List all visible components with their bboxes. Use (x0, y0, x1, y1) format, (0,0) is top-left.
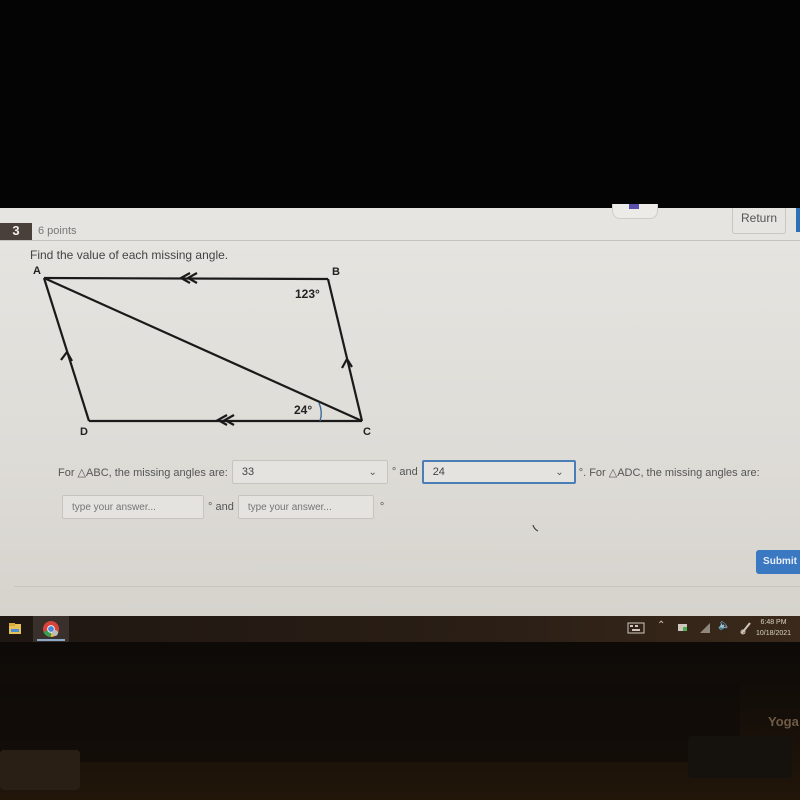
wifi-icon[interactable] (699, 622, 711, 634)
keyboard-icon[interactable] (627, 622, 645, 634)
file-explorer-icon[interactable] (8, 620, 22, 638)
hinge-right (688, 736, 792, 778)
header-divider (0, 240, 800, 241)
clock-date: 10/18/2021 (756, 630, 792, 637)
volume-icon[interactable]: 🔈 (718, 620, 730, 631)
parallel-mark-bc (341, 356, 353, 369)
chrome-taskbar-button[interactable] (33, 616, 69, 642)
pen-icon[interactable] (740, 621, 752, 635)
vertex-label-b: B (332, 266, 340, 278)
brand-logo: Yoga (768, 714, 799, 729)
abc-angle-1-select[interactable]: 33 ⌄ (231, 460, 388, 484)
content-divider (14, 586, 800, 587)
side-ab (43, 276, 329, 281)
angle-label-b: 123° (295, 287, 320, 301)
points-label: 6 points (38, 225, 77, 237)
adc-angle-2-input[interactable] (237, 495, 374, 519)
abc-angle-1-value: 33 (241, 466, 255, 478)
side-accent (796, 208, 800, 232)
quiz-screen: Return 3 6 points Find the value of each… (0, 204, 800, 616)
answer-row-adc: ° and ° (62, 494, 384, 520)
adc-prefix-label: °. For △ADC, the missing angles are: (578, 466, 760, 479)
degree-and-label: ° and (208, 501, 234, 513)
degree-and-label: ° and (391, 466, 418, 478)
question-number-badge: 3 (0, 223, 32, 241)
active-indicator (37, 639, 65, 641)
abc-angle-2-select[interactable]: 24 ⌄ (421, 460, 576, 484)
taskbar-clock[interactable]: 6:48 PM 10/18/2021 (756, 617, 791, 639)
return-button[interactable]: Return (732, 208, 786, 234)
abc-prefix-label: For △ABC, the missing angles are: (58, 466, 228, 479)
chevron-up-icon[interactable]: ⌃ (657, 620, 665, 631)
abc-angle-2-value: 24 (432, 466, 445, 478)
chevron-down-icon: ⌄ (368, 467, 377, 478)
battery-icon[interactable] (677, 623, 689, 633)
chevron-down-icon: ⌄ (555, 467, 564, 478)
clock-time: 6:48 PM (760, 619, 787, 626)
degree-end-label: ° (379, 501, 385, 513)
keyboard-area (0, 682, 740, 762)
angle-arc-acd (318, 402, 322, 422)
mouse-cursor-icon (532, 524, 539, 532)
parallel-mark-ad (60, 349, 73, 362)
parallelogram-diagram: A B C D 123° 24° (33, 265, 371, 438)
hinge-left (0, 750, 80, 790)
tab-indicator-icon (629, 204, 639, 209)
angle-label-acd: 24° (294, 403, 312, 417)
top-tab-handle[interactable] (612, 204, 658, 219)
answer-row-abc: For △ABC, the missing angles are: 33 ⌄ °… (58, 459, 760, 485)
vertex-label-a: A (33, 265, 41, 277)
submit-button[interactable]: Submit (756, 550, 800, 574)
windows-taskbar: ⌃ 🔈 6:48 PM 10/18/2021 (0, 616, 800, 642)
adc-angle-1-input[interactable] (62, 495, 204, 519)
side-bc (326, 278, 364, 422)
side-ad (42, 277, 91, 422)
vertex-label-c: C (363, 426, 371, 438)
laptop-body: Yoga (0, 642, 800, 800)
chrome-icon (43, 621, 59, 638)
background-dark (0, 0, 800, 208)
vertex-label-d: D (80, 426, 88, 438)
